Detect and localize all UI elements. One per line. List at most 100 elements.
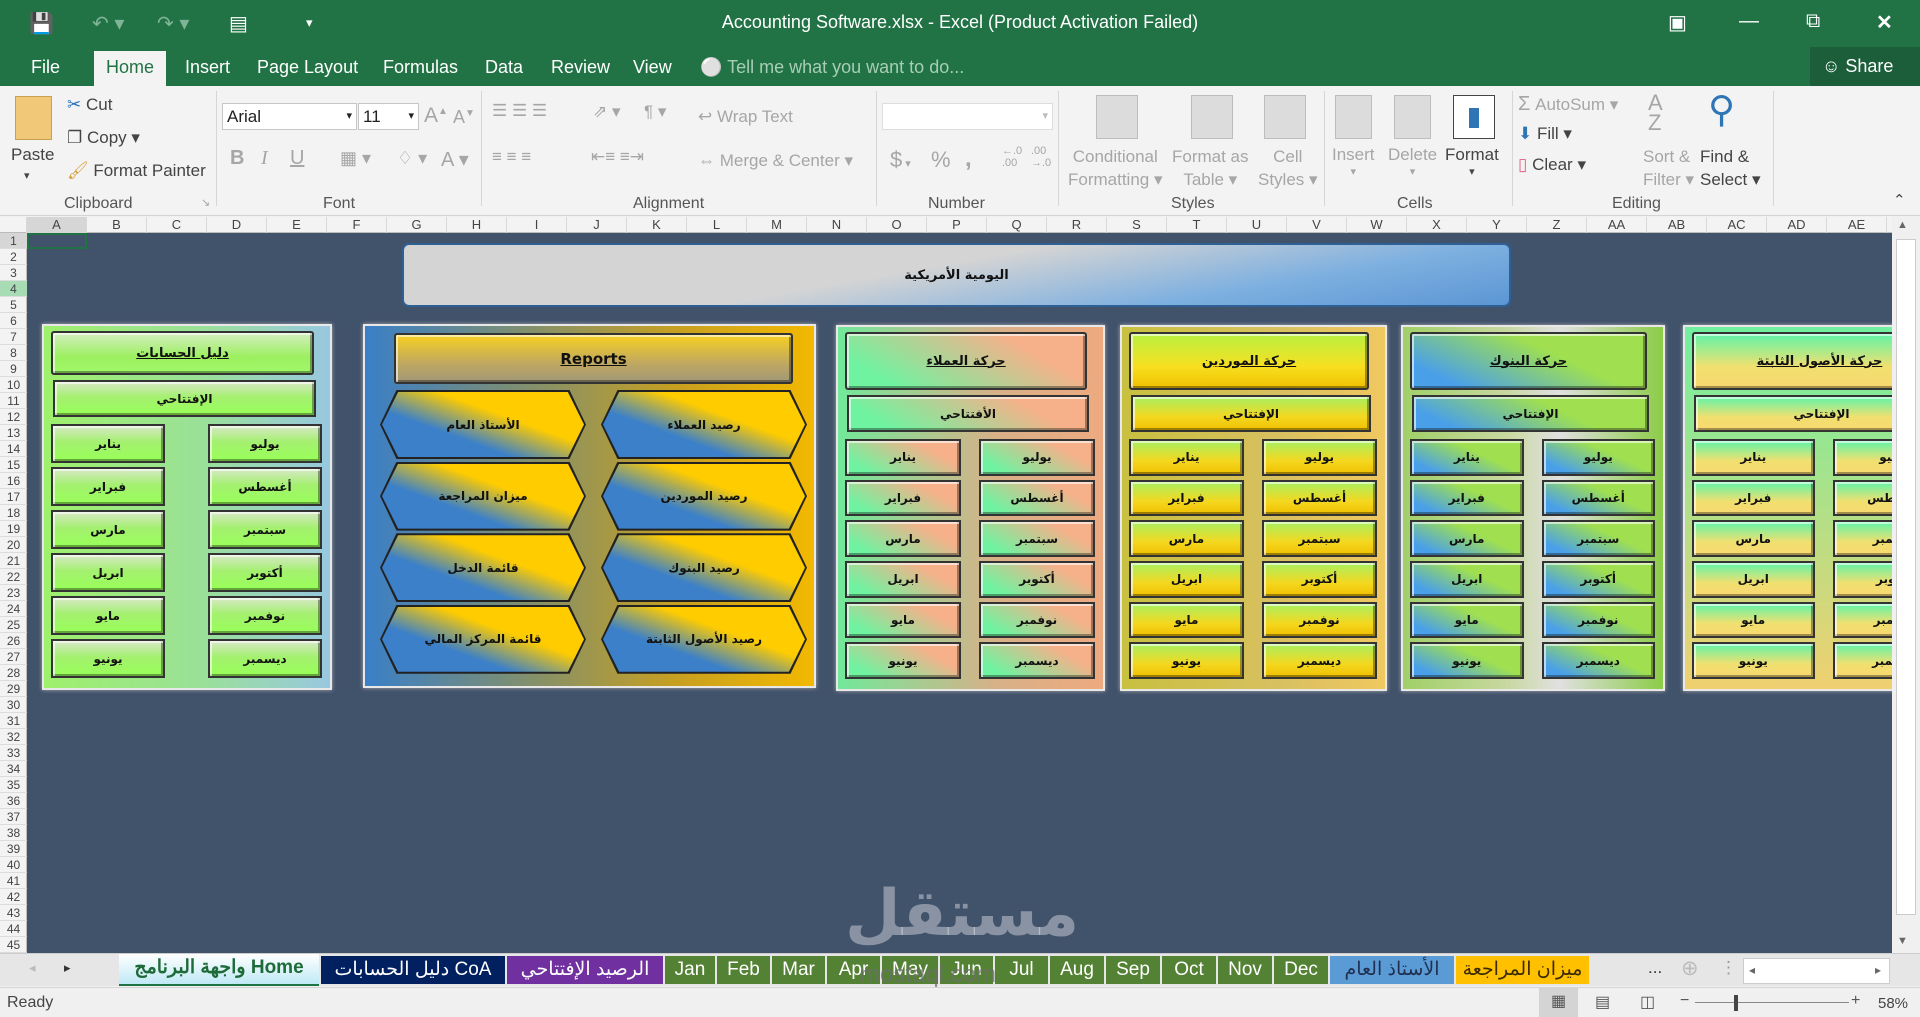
share-button[interactable]: ☺ Share: [1810, 47, 1920, 86]
row-header[interactable]: 30: [0, 697, 27, 713]
row-header[interactable]: 20: [0, 537, 27, 553]
column-header[interactable]: Q: [987, 217, 1047, 233]
month-button[interactable]: يونيو: [845, 642, 961, 679]
row-header[interactable]: 24: [0, 601, 27, 617]
row-header[interactable]: 3: [0, 265, 27, 281]
month-button[interactable]: يناير: [1692, 439, 1815, 476]
worksheet[interactable]: اليومية الأمريكية دليل الحسابات الإفتتاحي…: [27, 233, 1892, 953]
column-header[interactable]: R: [1047, 217, 1107, 233]
month-button[interactable]: سبتمبر: [1541, 520, 1655, 557]
percent-button[interactable]: %: [931, 147, 951, 173]
month-button[interactable]: مارس: [1129, 520, 1244, 557]
horizontal-scrollbar[interactable]: ◂ ▸: [1743, 958, 1890, 984]
column-header[interactable]: B: [87, 217, 147, 233]
opening-balance-button[interactable]: الإفتتاحي: [1131, 395, 1371, 432]
month-button[interactable]: يونيو: [1410, 642, 1524, 679]
normal-view-icon[interactable]: ▦: [1539, 988, 1578, 1017]
month-button[interactable]: يونيو: [51, 639, 165, 678]
month-button[interactable]: سبتمبر: [1262, 520, 1377, 557]
sheet-tab[interactable]: Jul: [995, 956, 1048, 984]
opening-balance-button[interactable]: الإفتتاحي: [1412, 395, 1649, 432]
report-button[interactable]: رصيد العملاء: [601, 390, 807, 459]
page-break-view-icon[interactable]: ◫: [1640, 992, 1655, 1012]
align-top-icons[interactable]: ☰ ☰ ☰: [492, 101, 547, 121]
month-button[interactable]: مايو: [51, 596, 165, 635]
zoom-slider[interactable]: [1695, 1002, 1849, 1003]
font-name-select[interactable]: Arial ▾: [222, 103, 357, 130]
column-header[interactable]: F: [327, 217, 387, 233]
row-header[interactable]: 5: [0, 297, 27, 313]
row-header[interactable]: 45: [0, 937, 27, 953]
row-header[interactable]: 29: [0, 681, 27, 697]
reports-title-button[interactable]: Reports: [394, 333, 793, 384]
month-button[interactable]: أغسطس: [1832, 479, 1892, 517]
underline-button[interactable]: U: [290, 147, 304, 170]
row-header[interactable]: 1: [0, 233, 27, 249]
month-button[interactable]: سبتمبر: [979, 520, 1095, 557]
month-button[interactable]: أغسطس: [1262, 479, 1377, 517]
number-format-select[interactable]: ▾: [882, 103, 1053, 130]
copy-button[interactable]: ❐ Copy ▾: [67, 128, 140, 148]
find-select-button[interactable]: Find & Select ▾: [1700, 145, 1761, 191]
row-header[interactable]: 35: [0, 777, 27, 793]
row-header[interactable]: 28: [0, 665, 27, 681]
delete-cells-icon[interactable]: [1394, 95, 1431, 139]
sheet-tab[interactable]: واجهة البرنامج Home: [119, 954, 319, 986]
insert-cells-icon[interactable]: [1335, 95, 1372, 139]
split-handle-icon[interactable]: ⋮: [1720, 958, 1737, 978]
row-header[interactable]: 44: [0, 921, 27, 937]
row-header[interactable]: 42: [0, 889, 27, 905]
format-painter-button[interactable]: 🖌 Format Painter: [67, 161, 206, 181]
align-horizontal-icons[interactable]: ≡ ≡ ≡: [492, 147, 531, 167]
month-button[interactable]: مارس: [1410, 520, 1524, 557]
month-button[interactable]: فبراير: [845, 479, 961, 517]
column-header[interactable]: I: [507, 217, 567, 233]
month-button[interactable]: سبتمبر: [1832, 520, 1892, 557]
month-button[interactable]: يونيو: [1129, 642, 1244, 679]
format-as-table-icon[interactable]: [1191, 95, 1233, 139]
insert-cells-button[interactable]: Insert ▾: [1332, 145, 1375, 178]
fill-button[interactable]: ⬇ Fill ▾: [1518, 124, 1572, 144]
sheet-tab[interactable]: Oct: [1162, 956, 1216, 984]
column-header[interactable]: J: [567, 217, 627, 233]
month-button[interactable]: يوليو: [1832, 439, 1892, 476]
column-header[interactable]: X: [1407, 217, 1467, 233]
format-as-table-button[interactable]: Format as Table ▾: [1172, 145, 1249, 191]
report-button[interactable]: ميزان المراجعة: [380, 461, 586, 531]
month-button[interactable]: مارس: [51, 510, 165, 549]
column-header[interactable]: AA: [1587, 217, 1647, 233]
row-header[interactable]: 37: [0, 809, 27, 825]
format-cells-icon[interactable]: [1453, 95, 1495, 139]
tell-me-search[interactable]: ⚪ Tell me what you want to do...: [700, 56, 964, 86]
row-header[interactable]: 25: [0, 617, 27, 633]
month-button[interactable]: فبراير: [1410, 479, 1524, 517]
cut-button[interactable]: ✂ Cut: [67, 95, 112, 115]
month-button[interactable]: نوفمبر: [1262, 601, 1377, 639]
row-header[interactable]: 33: [0, 745, 27, 761]
report-button[interactable]: قائمة المركز المالي: [380, 604, 586, 674]
sheet-tab[interactable]: Nov: [1218, 956, 1272, 984]
month-button[interactable]: يناير: [1410, 439, 1524, 476]
scroll-down-icon[interactable]: ▼: [1897, 935, 1908, 947]
sheet-tab[interactable]: ميزان المراجعة: [1456, 956, 1589, 984]
column-header[interactable]: T: [1167, 217, 1227, 233]
sheet-tab[interactable]: Mar: [772, 956, 825, 984]
report-button[interactable]: الأستاذ العام: [380, 390, 586, 459]
scroll-up-icon[interactable]: ▲: [1897, 219, 1908, 231]
tab-page-layout[interactable]: Page Layout: [257, 56, 358, 86]
month-button[interactable]: أكتوبر: [979, 561, 1095, 598]
tab-home[interactable]: Home: [94, 51, 167, 86]
month-button[interactable]: أكتوبر: [1262, 561, 1377, 598]
month-button[interactable]: مايو: [845, 601, 961, 639]
column-header[interactable]: E: [267, 217, 327, 233]
sheet-tab[interactable]: دليل الحسابات CoA: [321, 956, 505, 984]
column-header[interactable]: D: [207, 217, 267, 233]
collapse-ribbon-icon[interactable]: ⌃: [1893, 191, 1906, 209]
month-button[interactable]: يناير: [845, 439, 961, 476]
row-header[interactable]: 11: [0, 393, 27, 409]
month-button[interactable]: فبراير: [51, 467, 165, 506]
month-button[interactable]: أغسطس: [979, 479, 1095, 517]
zoom-level[interactable]: 58%: [1878, 995, 1908, 1012]
orientation-icon[interactable]: ⇗ ▾: [593, 102, 621, 122]
month-button[interactable]: يناير: [1129, 439, 1244, 476]
